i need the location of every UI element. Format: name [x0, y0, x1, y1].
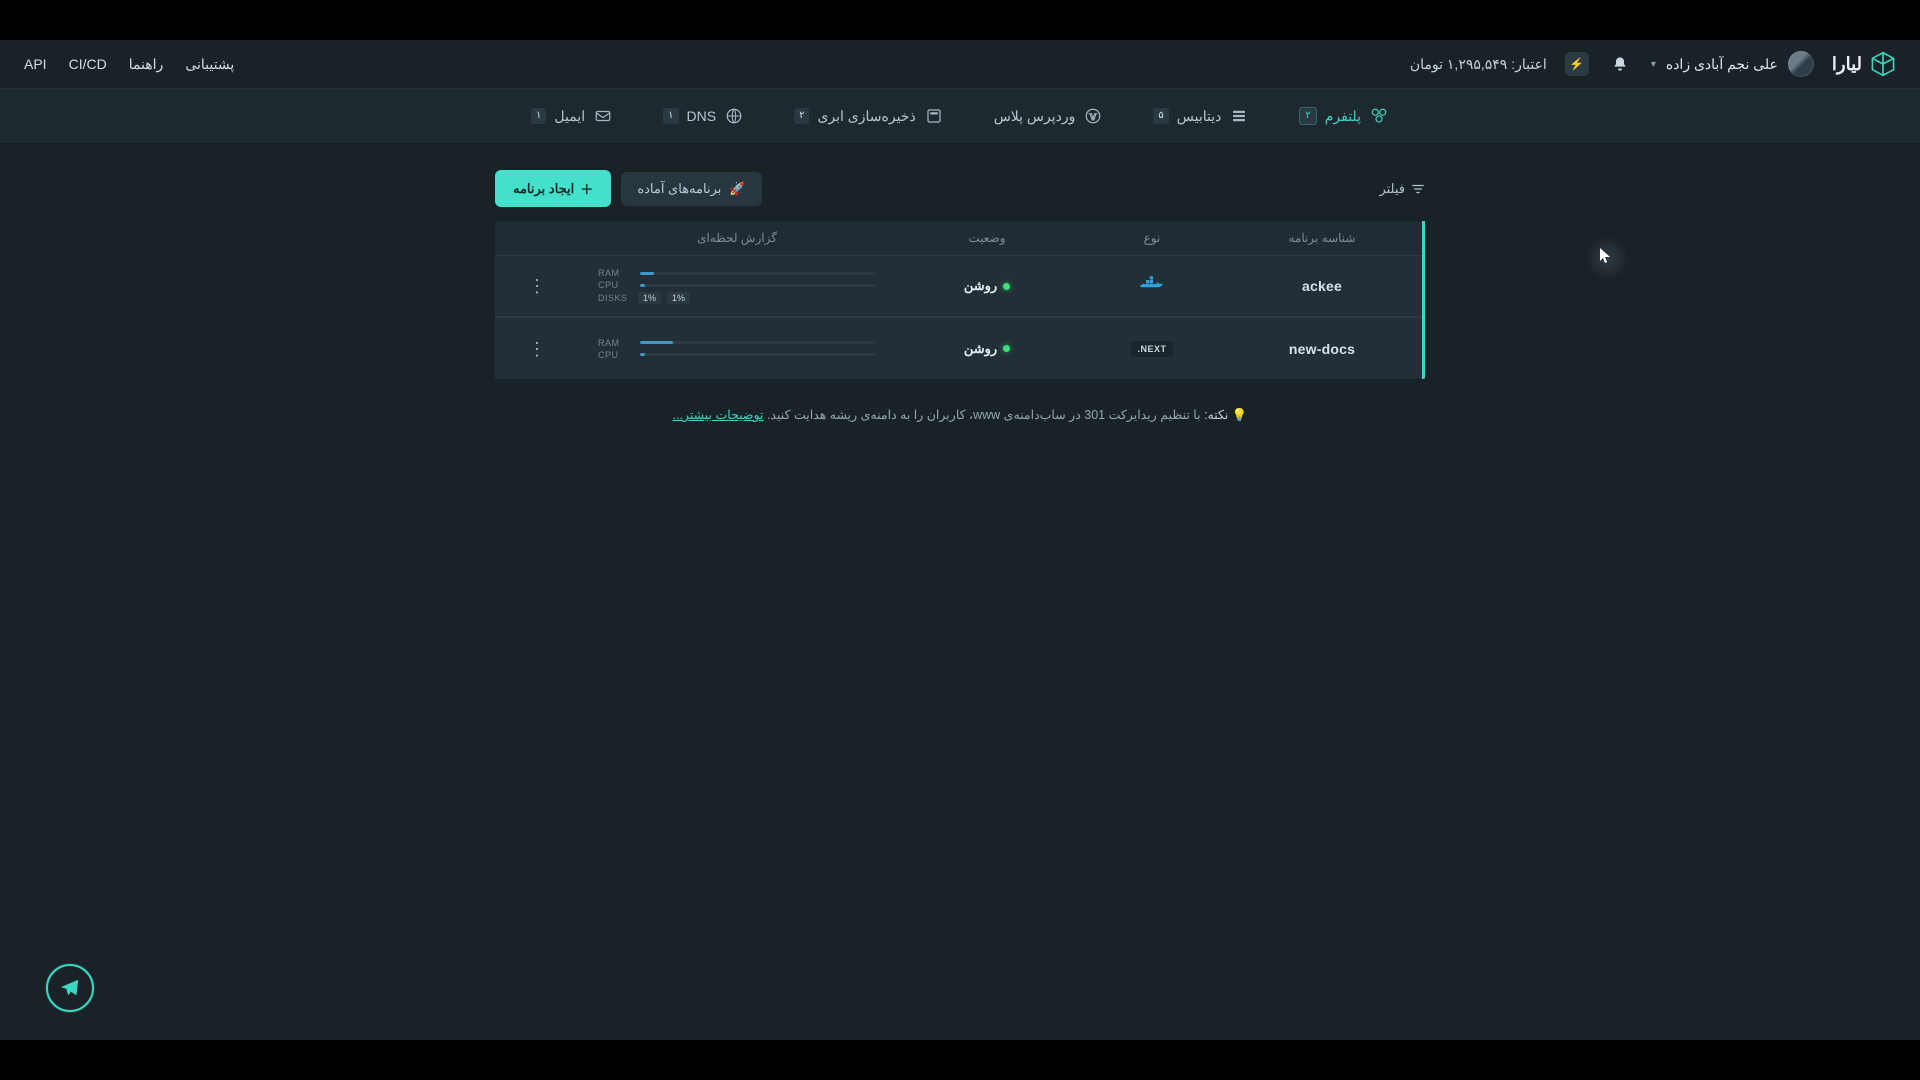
filter-icon [1411, 182, 1425, 196]
database-icon [1229, 106, 1249, 126]
app-status: روشن [892, 278, 1082, 294]
nav-cicd[interactable]: CI/CD [69, 56, 107, 72]
filter-button[interactable]: فیلتر [1379, 181, 1425, 197]
status-dot-icon [1003, 345, 1010, 352]
brand-name: لیارا [1832, 54, 1862, 75]
platform-icon [1369, 106, 1389, 126]
header-bar: لیارا علی نجم آبادی زاده ▾ ⚡ اعتبار: ۱,۲… [0, 40, 1920, 88]
status-dot-icon [1003, 283, 1010, 290]
row-actions: ⋮ [492, 346, 582, 352]
nav-support[interactable]: پشتیبانی [185, 56, 234, 73]
app-type: NEXT. [1082, 341, 1222, 357]
tip-icon: 💡 [1232, 408, 1248, 422]
col-status: وضعیت [892, 231, 1082, 245]
apps-table: شناسه برنامه نوع وضعیت گزارش لحظه‌ای ack… [495, 221, 1425, 379]
table-row[interactable]: ackee روشن RAM CPU DISKS1%1% [495, 255, 1422, 317]
row-actions: ⋮ [492, 283, 582, 289]
filter-label: فیلتر [1379, 181, 1405, 197]
tab-email[interactable]: ایمیل ۱ [521, 100, 623, 132]
app-type [1082, 270, 1222, 302]
nav-help[interactable]: راهنما [129, 56, 164, 73]
user-menu[interactable]: علی نجم آبادی زاده ▾ [1651, 51, 1814, 77]
apps-toolbar: فیلتر 🚀 برنامه‌های آماده ＋ ایجاد برنامه [495, 170, 1425, 207]
table-row[interactable]: new-docs NEXT. روشن RAM CPU ⋮ [495, 317, 1422, 379]
table-header: شناسه برنامه نوع وضعیت گزارش لحظه‌ای [495, 221, 1422, 255]
chevron-down-icon: ▾ [1651, 59, 1656, 70]
telegram-float-button[interactable] [46, 964, 94, 1012]
user-name: علی نجم آبادی زاده [1666, 56, 1778, 73]
service-tabs: پلتفرم ۲ دیتابیس ۵ وردپرس پلاس ذخیره‌ساز… [0, 88, 1920, 144]
wordpress-icon [1083, 106, 1103, 126]
create-app-label: ایجاد برنامه [513, 181, 574, 197]
tab-platform[interactable]: پلتفرم ۲ [1289, 100, 1399, 132]
credit-balance: اعتبار: ۱,۲۹۵,۵۴۹ تومان [1410, 56, 1547, 73]
main-content: فیلتر 🚀 برنامه‌های آماده ＋ ایجاد برنامه … [0, 144, 1920, 423]
app-status: روشن [892, 341, 1082, 357]
plus-icon: ＋ [580, 179, 593, 198]
app-id: new-docs [1222, 341, 1422, 357]
bell-icon [1612, 56, 1628, 72]
tab-database-label: دیتابیس [1177, 108, 1222, 125]
brand-logo[interactable]: لیارا [1832, 51, 1896, 77]
tip-body: با تنظیم ریدایرکت 301 در ساب‌دامنه‌ی www… [767, 408, 1201, 422]
tab-storage[interactable]: ذخیره‌سازی ابری ۲ [784, 100, 954, 132]
app-metrics: RAM CPU DISKS1%1% [582, 268, 892, 304]
avatar [1788, 51, 1814, 77]
tab-database-count: ۵ [1153, 108, 1168, 124]
row-menu-button[interactable]: ⋮ [528, 283, 546, 289]
globe-icon [724, 106, 744, 126]
tab-dns-label: DNS [687, 108, 717, 124]
ready-apps-label: برنامه‌های آماده [637, 181, 721, 197]
col-id: شناسه برنامه [1222, 231, 1422, 245]
tab-dns-count: ۱ [663, 108, 678, 124]
col-report: گزارش لحظه‌ای [582, 231, 892, 245]
app-metrics: RAM CPU [582, 338, 892, 360]
create-app-button[interactable]: ＋ ایجاد برنامه [495, 170, 611, 207]
mail-icon [593, 106, 613, 126]
tab-storage-label: ذخیره‌سازی ابری [817, 108, 915, 125]
tip-lead: نکته: [1204, 408, 1228, 422]
col-type: نوع [1082, 231, 1222, 245]
tab-platform-label: پلتفرم [1325, 108, 1361, 125]
storage-icon [924, 106, 944, 126]
bolt-icon: ⚡ [1569, 57, 1584, 71]
tab-wordpress-label: وردپرس پلاس [994, 108, 1076, 125]
nav-api[interactable]: API [24, 56, 47, 72]
cube-icon [1870, 51, 1896, 77]
tip-banner: 💡 نکته: با تنظیم ریدایرکت 301 در ساب‌دام… [495, 407, 1425, 423]
tab-email-count: ۱ [531, 108, 546, 124]
tab-email-label: ایمیل [554, 108, 585, 125]
tab-database[interactable]: دیتابیس ۵ [1143, 100, 1259, 132]
tip-more-link[interactable]: توضیحات بیشتر... [673, 408, 764, 422]
tab-storage-count: ۲ [794, 108, 809, 124]
ready-apps-button[interactable]: 🚀 برنامه‌های آماده [621, 172, 761, 206]
upgrade-button[interactable]: ⚡ [1565, 52, 1589, 76]
rocket-icon: 🚀 [729, 181, 745, 197]
notifications-button[interactable] [1607, 51, 1633, 77]
telegram-icon [59, 977, 81, 999]
header-nav: پشتیبانی راهنما CI/CD API [24, 56, 234, 73]
tab-wordpress[interactable]: وردپرس پلاس [984, 100, 1114, 132]
next-badge: NEXT. [1131, 341, 1172, 357]
row-menu-button[interactable]: ⋮ [528, 346, 546, 352]
docker-icon [1136, 270, 1168, 302]
tab-dns[interactable]: DNS ۱ [653, 100, 754, 132]
tab-platform-count: ۲ [1299, 107, 1316, 125]
app-id: ackee [1222, 278, 1422, 294]
